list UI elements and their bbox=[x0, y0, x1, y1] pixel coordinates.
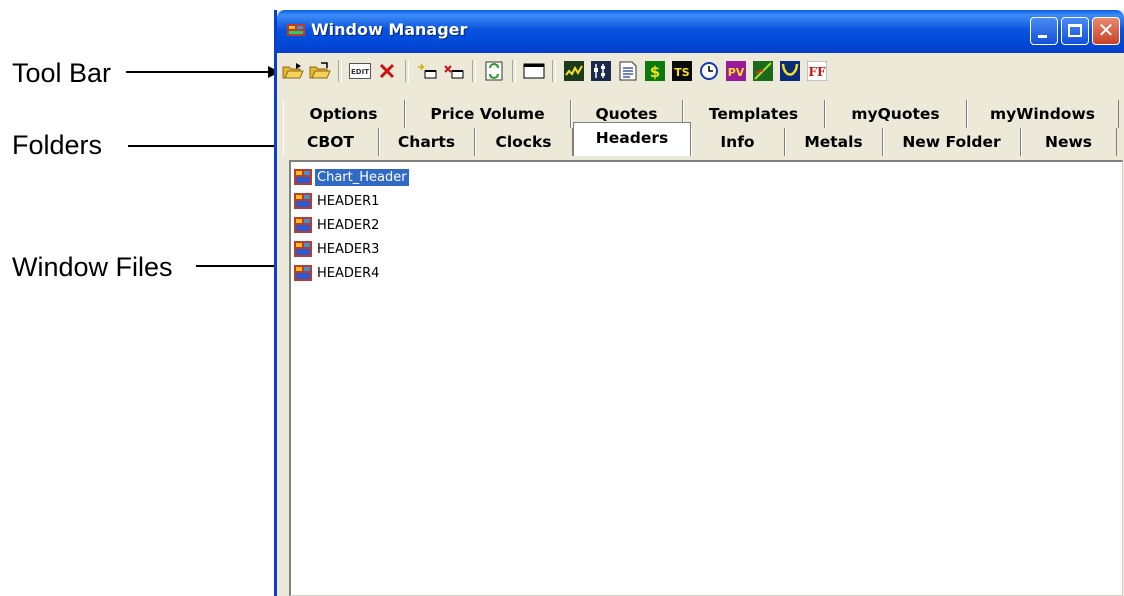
svg-text:$: $ bbox=[650, 63, 660, 81]
chart-button[interactable] bbox=[562, 59, 586, 83]
title-bar[interactable]: Window Manager ✕ bbox=[277, 10, 1124, 53]
edit-button[interactable]: EDIT bbox=[348, 59, 372, 83]
close-window-button[interactable] bbox=[442, 59, 466, 83]
list-item[interactable]: HEADER3 bbox=[293, 238, 381, 260]
window-button[interactable] bbox=[522, 59, 546, 83]
close-icon: ✕ bbox=[1097, 18, 1115, 42]
window-icon bbox=[523, 63, 545, 79]
toolbar-separator bbox=[405, 60, 409, 82]
window-file-icon bbox=[294, 169, 312, 185]
time-sales-button[interactable]: TS bbox=[670, 59, 694, 83]
indicator-icon bbox=[780, 61, 800, 81]
file-name: Chart_Header bbox=[315, 168, 409, 186]
tab-cbot[interactable]: CBOT bbox=[283, 128, 379, 156]
pv-icon: PV bbox=[726, 61, 746, 81]
tab-news[interactable]: News bbox=[1021, 128, 1117, 156]
toolbar-separator bbox=[472, 60, 476, 82]
tab-info[interactable]: Info bbox=[691, 128, 785, 156]
delete-button[interactable] bbox=[375, 59, 399, 83]
window-title: Window Manager bbox=[311, 20, 468, 39]
window-file-icon bbox=[294, 193, 312, 209]
toolbar: EDIT $ TS PV FF bbox=[277, 53, 1124, 89]
dollar-icon: $ bbox=[645, 61, 665, 81]
window-file-icon bbox=[294, 265, 312, 281]
callout-folders-label: Folders bbox=[12, 130, 103, 160]
indicator-button[interactable] bbox=[778, 59, 802, 83]
tab-headers[interactable]: Headers bbox=[573, 122, 691, 156]
folder-tabs-bottom-row: CBOT Charts Clocks Headers Info Metals N… bbox=[283, 122, 1120, 156]
chart-icon bbox=[564, 61, 584, 81]
tab-mywindows[interactable]: myWindows bbox=[967, 100, 1119, 128]
list-item[interactable]: Chart_Header bbox=[293, 166, 409, 188]
edit-icon: EDIT bbox=[349, 63, 371, 79]
refresh-icon bbox=[485, 61, 503, 81]
open-file-icon bbox=[309, 62, 331, 79]
folder-tabs-top-row: Options Price Volume Quotes Templates my… bbox=[283, 100, 1120, 128]
minimize-icon bbox=[1038, 35, 1047, 38]
trend-button[interactable] bbox=[751, 59, 775, 83]
callout-toolbar-line bbox=[126, 71, 269, 73]
file-name: HEADER4 bbox=[317, 265, 380, 281]
price-volume-button[interactable] bbox=[589, 59, 613, 83]
window-file-icon bbox=[294, 217, 312, 233]
maximize-icon bbox=[1068, 24, 1082, 37]
refresh-button[interactable] bbox=[482, 59, 506, 83]
maximize-button[interactable] bbox=[1061, 17, 1089, 45]
notes-button[interactable] bbox=[616, 59, 640, 83]
close-window-icon bbox=[444, 65, 464, 79]
tab-metals[interactable]: Metals bbox=[785, 128, 883, 156]
close-button[interactable]: ✕ bbox=[1092, 17, 1120, 45]
callout-window-files-label: Window Files bbox=[12, 252, 173, 282]
clock-button[interactable] bbox=[697, 59, 721, 83]
file-name: HEADER1 bbox=[317, 193, 380, 209]
tab-price-volume[interactable]: Price Volume bbox=[405, 100, 571, 128]
minimize-button[interactable] bbox=[1030, 17, 1058, 45]
window-file-list[interactable]: Chart_Header HEADER1 HEADER2 HEADER3 HEA… bbox=[289, 160, 1123, 596]
tab-new-folder[interactable]: New Folder bbox=[883, 128, 1021, 156]
tab-options[interactable]: Options bbox=[283, 100, 405, 128]
new-button[interactable] bbox=[415, 59, 439, 83]
callout-window-files-line bbox=[196, 265, 286, 267]
window-file-icon bbox=[294, 241, 312, 257]
callout-toolbar-label: Tool Bar bbox=[12, 58, 112, 88]
svg-text:PV: PV bbox=[728, 66, 745, 79]
price-volume-icon bbox=[591, 61, 611, 81]
window-manager-window: Window Manager ✕ EDIT $ TS PV FF Options… bbox=[274, 10, 1124, 596]
callout-folders-line bbox=[128, 145, 288, 147]
svg-text:FF: FF bbox=[808, 65, 826, 79]
clock-icon bbox=[700, 62, 718, 80]
tab-clocks[interactable]: Clocks bbox=[475, 128, 573, 156]
tab-myquotes[interactable]: myQuotes bbox=[825, 100, 967, 128]
svg-text:EDIT: EDIT bbox=[351, 68, 369, 76]
delete-icon bbox=[379, 63, 395, 79]
quotes-button[interactable]: $ bbox=[643, 59, 667, 83]
list-item[interactable]: HEADER1 bbox=[293, 190, 381, 212]
list-item[interactable]: HEADER4 bbox=[293, 262, 381, 284]
toolbar-separator bbox=[552, 60, 556, 82]
new-window-icon bbox=[418, 63, 437, 79]
file-name: HEADER2 bbox=[317, 217, 380, 233]
ff-button[interactable]: FF bbox=[805, 59, 829, 83]
pv-button[interactable]: PV bbox=[724, 59, 748, 83]
notes-icon bbox=[619, 61, 637, 81]
file-name: HEADER3 bbox=[317, 241, 380, 257]
list-item[interactable]: HEADER2 bbox=[293, 214, 381, 236]
svg-text:TS: TS bbox=[674, 66, 690, 79]
open-button[interactable] bbox=[308, 59, 332, 83]
ff-icon: FF bbox=[807, 61, 827, 81]
toolbar-separator bbox=[512, 60, 516, 82]
open-folder-icon bbox=[282, 63, 304, 79]
toolbar-separator bbox=[338, 60, 342, 82]
tab-charts[interactable]: Charts bbox=[379, 128, 475, 156]
trend-icon bbox=[753, 61, 773, 81]
time-sales-icon: TS bbox=[672, 61, 692, 81]
app-icon bbox=[287, 24, 305, 36]
tab-templates[interactable]: Templates bbox=[683, 100, 825, 128]
open-folder-button[interactable] bbox=[281, 59, 305, 83]
